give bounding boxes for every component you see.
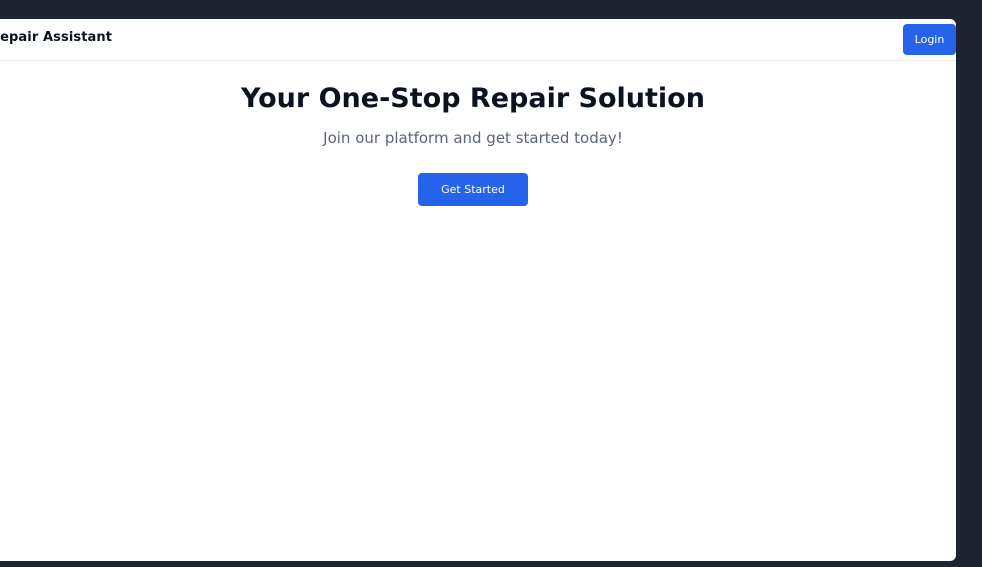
navbar: Repair Assistant Login: [0, 19, 956, 61]
brand-title: Repair Assistant: [0, 30, 113, 45]
hero-title: Your One-Stop Repair Solution: [241, 83, 705, 114]
app-window: Repair Assistant Login Your One-Stop Rep…: [0, 19, 956, 561]
hero-subtitle: Join our platform and get started today!: [323, 129, 623, 147]
login-button[interactable]: Login: [903, 24, 956, 55]
get-started-button[interactable]: Get Started: [418, 173, 528, 206]
